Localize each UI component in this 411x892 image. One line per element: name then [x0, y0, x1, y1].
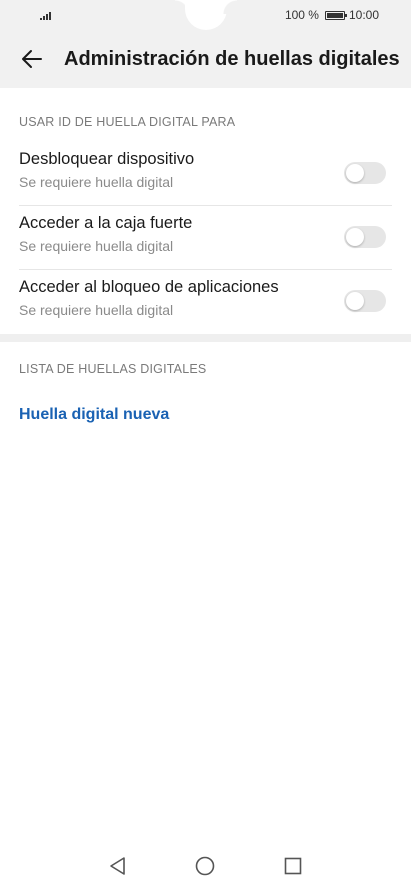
- toggle-knob: [346, 228, 364, 246]
- setting-app-lock[interactable]: Acceder al bloqueo de aplicaciones Se re…: [0, 270, 411, 334]
- toggle-knob: [346, 164, 364, 182]
- setting-subtitle: Se requiere huella digital: [19, 238, 174, 254]
- screen: 100 % 10:00 Administración de huellas di…: [0, 0, 411, 892]
- signal-strength-icon: [40, 11, 51, 20]
- square-recent-icon: [284, 857, 302, 875]
- setting-unlock-device[interactable]: Desbloquear dispositivo Se requiere huel…: [0, 142, 411, 206]
- status-bar: 100 % 10:00: [0, 0, 411, 30]
- setting-subtitle: Se requiere huella digital: [19, 302, 174, 318]
- setting-title: Desbloquear dispositivo: [19, 150, 195, 168]
- setting-access-safe[interactable]: Acceder a la caja fuerte Se requiere hue…: [0, 206, 411, 270]
- arrow-left-icon: [22, 50, 42, 68]
- setting-title: Acceder a la caja fuerte: [19, 214, 193, 232]
- status-right: 100 % 10:00: [285, 8, 379, 22]
- app-lock-toggle[interactable]: [344, 290, 386, 312]
- section-header-fingerprint-list: LISTA DE HUELLAS DIGITALES: [19, 362, 207, 376]
- toggle-knob: [346, 292, 364, 310]
- nav-home-button[interactable]: [193, 854, 217, 878]
- camera-notch: [185, 0, 227, 30]
- page-title: Administración de huellas digitales: [64, 47, 400, 70]
- nav-recent-button[interactable]: [281, 854, 305, 878]
- back-button[interactable]: [18, 45, 46, 73]
- triangle-back-icon: [110, 857, 125, 875]
- setting-title: Acceder al bloqueo de aplicaciones: [19, 278, 279, 296]
- app-bar: Administración de huellas digitales: [0, 30, 411, 88]
- battery-icon: [324, 10, 347, 20]
- section-divider: [0, 334, 411, 342]
- unlock-device-toggle[interactable]: [344, 162, 386, 184]
- nav-back-button[interactable]: [106, 854, 130, 878]
- battery-percentage: 100 %: [284, 8, 319, 22]
- navigation-bar: [0, 844, 411, 892]
- access-safe-toggle[interactable]: [344, 226, 386, 248]
- section-header-use-id: USAR ID DE HUELLA DIGITAL PARA: [19, 115, 236, 129]
- new-fingerprint-link[interactable]: Huella digital nueva: [19, 406, 169, 424]
- clock: 10:00: [348, 8, 379, 22]
- setting-subtitle: Se requiere huella digital: [19, 174, 174, 190]
- circle-home-icon: [195, 856, 215, 876]
